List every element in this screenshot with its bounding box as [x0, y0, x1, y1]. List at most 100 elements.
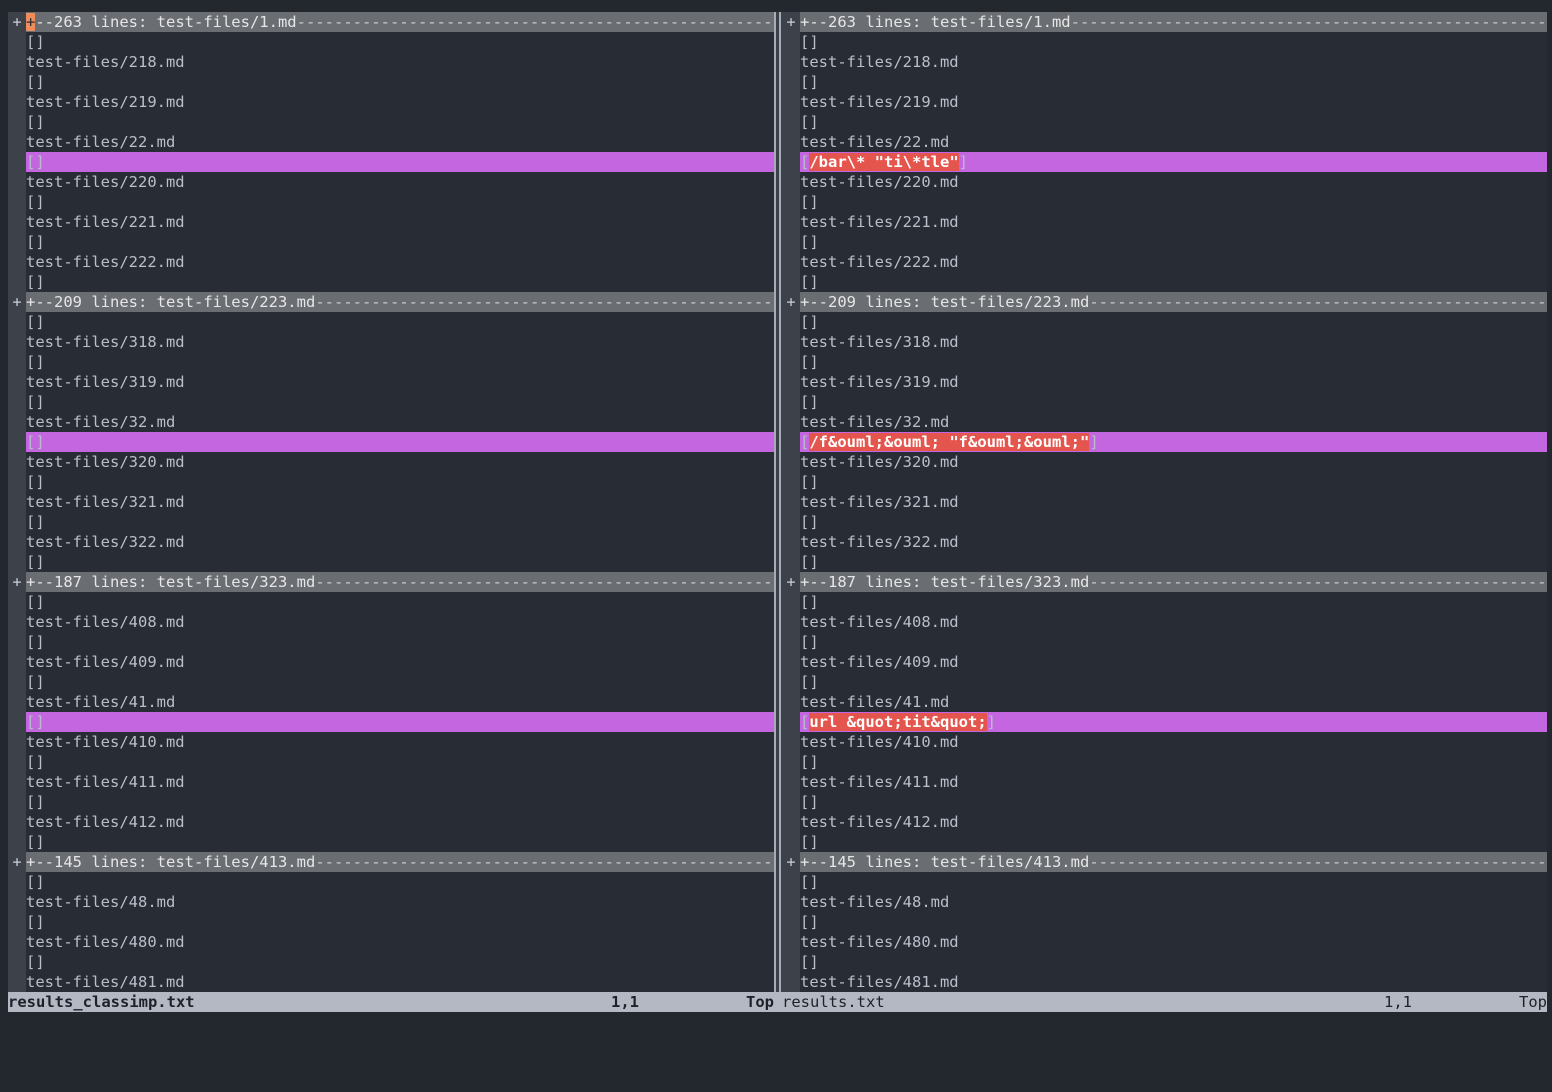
fold-line[interactable]: + +--209 lines: test-files/223.md--------… [782, 292, 1547, 312]
text-line: test-files/410.md [8, 732, 774, 752]
line-text: [] [26, 313, 45, 331]
line-text: [] [800, 273, 819, 291]
fold-text[interactable]: +--187 lines: test-files/323.md---------… [26, 572, 774, 592]
fold-column-marker[interactable]: + [782, 572, 800, 592]
line-text: [] [800, 953, 819, 971]
sign-column [782, 792, 800, 812]
fold-line[interactable]: + +--145 lines: test-files/413.md--------… [782, 852, 1547, 872]
text-line: test-files/480.md [8, 932, 774, 952]
sign-column [8, 672, 26, 692]
fold-fill: ----------------------------------------… [1070, 13, 1547, 31]
fold-line[interactable]: + +--145 lines: test-files/413.md--------… [8, 852, 774, 872]
sign-column [782, 452, 800, 472]
sign-column [782, 112, 800, 132]
text-line: [] [8, 752, 774, 772]
fold-text[interactable]: +--145 lines: test-files/413.md---------… [800, 852, 1547, 872]
text-line: test-files/322.md [782, 532, 1547, 552]
fold-line[interactable]: + +--187 lines: test-files/323.md--------… [782, 572, 1547, 592]
text-line: [] [8, 232, 774, 252]
text-line: test-files/48.md [8, 892, 774, 912]
sign-column [8, 232, 26, 252]
sign-column [782, 732, 800, 752]
line-text: [] [26, 953, 45, 971]
text-line: [] [782, 272, 1547, 292]
right-statusline: results.txt 1,1 Top [774, 992, 1547, 1012]
text-line: test-files/41.md [8, 692, 774, 712]
line-text: test-files/22.md [26, 133, 176, 151]
line-text: test-files/481.md [26, 973, 185, 991]
fold-text[interactable]: +--187 lines: test-files/323.md---------… [800, 572, 1547, 592]
left-status-position: 1,1 [611, 993, 639, 1011]
diff-line: [] [8, 712, 774, 732]
fold-text[interactable]: +--263 lines: test-files/1.md-----------… [26, 12, 774, 32]
text-line: test-files/221.md [8, 212, 774, 232]
fold-column-marker[interactable]: + [8, 572, 26, 592]
fold-line[interactable]: + +--263 lines: test-files/1.md----------… [8, 12, 774, 32]
sign-column [8, 952, 26, 972]
sign-column [8, 592, 26, 612]
line-text: [] [800, 593, 819, 611]
changed-text: /bar\* "ti\*tle" [809, 153, 959, 171]
fold-column-marker[interactable]: + [8, 12, 26, 32]
fold-column-marker[interactable]: + [782, 292, 800, 312]
sign-column [8, 132, 26, 152]
diff-line: [url &quot;tit&quot;] [782, 712, 1547, 732]
fold-text[interactable]: +--263 lines: test-files/1.md-----------… [800, 12, 1547, 32]
vertical-split-separator[interactable] [774, 12, 782, 992]
fold-open-marker: + [800, 853, 810, 871]
left-pane[interactable]: + +--263 lines: test-files/1.md----------… [8, 12, 774, 992]
text-line: test-files/218.md [8, 52, 774, 72]
sign-column [8, 832, 26, 852]
text-line: [] [782, 392, 1547, 412]
sign-column [782, 132, 800, 152]
line-text: [] [800, 873, 819, 891]
changed-text: url &quot;tit&quot; [809, 713, 987, 731]
line-text: [] [800, 473, 819, 491]
line-text: test-files/319.md [800, 373, 959, 391]
sign-column [782, 892, 800, 912]
sign-column [8, 452, 26, 472]
fold-column-marker[interactable]: + [782, 852, 800, 872]
text-line: test-files/219.md [782, 92, 1547, 112]
text-line: test-files/412.md [8, 812, 774, 832]
line-text: test-files/321.md [800, 493, 959, 511]
line-text: test-files/218.md [26, 53, 185, 71]
fold-text[interactable]: +--209 lines: test-files/223.md---------… [800, 292, 1547, 312]
line-text: [] [800, 553, 819, 571]
text-line: [] [782, 592, 1547, 612]
fold-line[interactable]: + +--263 lines: test-files/1.md----------… [782, 12, 1547, 32]
line-text: test-files/408.md [26, 613, 185, 631]
fold-column-marker[interactable]: + [782, 12, 800, 32]
fold-line[interactable]: + +--209 lines: test-files/223.md--------… [8, 292, 774, 312]
fold-line[interactable]: + +--187 lines: test-files/323.md--------… [8, 572, 774, 592]
text-line: test-files/409.md [8, 652, 774, 672]
text-line: [] [8, 912, 774, 932]
text-line: test-files/319.md [8, 372, 774, 392]
line-text: [] [26, 793, 45, 811]
line-text: test-files/411.md [26, 773, 185, 791]
bracket-close: ] [1089, 433, 1099, 451]
sign-column [782, 772, 800, 792]
line-text: test-files/318.md [26, 333, 185, 351]
fold-open-marker: + [26, 293, 36, 311]
text-line: [] [8, 312, 774, 332]
fold-column-marker[interactable]: + [8, 852, 26, 872]
text-line: test-files/321.md [782, 492, 1547, 512]
sign-column [782, 172, 800, 192]
sign-column [782, 972, 800, 992]
text-line: [] [8, 592, 774, 612]
text-line: [] [782, 552, 1547, 572]
fold-text[interactable]: +--145 lines: test-files/413.md---------… [26, 852, 774, 872]
fold-text[interactable]: +--209 lines: test-files/223.md---------… [26, 292, 774, 312]
right-pane[interactable]: + +--263 lines: test-files/1.md----------… [782, 12, 1547, 992]
text-line: [] [782, 792, 1547, 812]
line-text: [] [800, 33, 819, 51]
line-text: [] [26, 553, 45, 571]
fold-column-marker[interactable]: + [8, 292, 26, 312]
fold-fill: ----------------------------------------… [1089, 573, 1547, 591]
cursor: + [26, 13, 36, 31]
line-text: [] [800, 313, 819, 331]
text-line: test-files/410.md [782, 732, 1547, 752]
line-text: [] [26, 273, 45, 291]
line-text: [] [26, 473, 45, 491]
